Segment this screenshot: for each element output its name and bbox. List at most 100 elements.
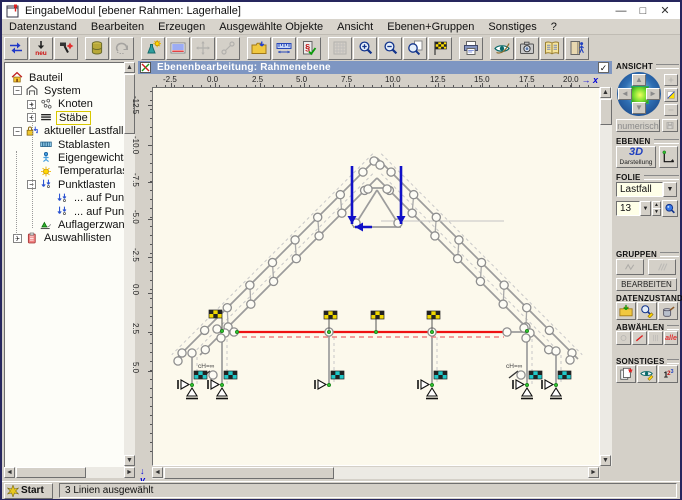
- view-up-button[interactable]: ▲: [632, 74, 646, 86]
- node-circle[interactable]: [223, 304, 231, 312]
- node-circle[interactable]: [517, 371, 525, 379]
- point-load-arrow[interactable]: [348, 166, 357, 224]
- drawing-area[interactable]: cH=∞cH=∞: [152, 87, 600, 466]
- view-rotate-pad[interactable]: ▲ ▼◄ ►: [617, 72, 661, 116]
- view-right-button[interactable]: ►: [646, 88, 660, 100]
- minimize-button[interactable]: —: [610, 3, 632, 18]
- tree-item-bauteil[interactable]: Bauteil: [10, 71, 65, 84]
- view-left-button[interactable]: ◄: [618, 88, 632, 100]
- tree-item-auflagerzwangs[interactable]: Auflagerzwangs: [27, 218, 125, 231]
- node-circle[interactable]: [174, 357, 182, 365]
- tree-vertical-scrollbar[interactable]: ▲ ▼: [124, 62, 135, 466]
- plane-axis-button[interactable]: [659, 146, 678, 168]
- node-circle[interactable]: [431, 232, 439, 240]
- tree-item-temperaturlaste[interactable]: Temperaturlaste: [27, 165, 125, 178]
- bearbeiten-button[interactable]: BEARBEITEN: [616, 278, 677, 291]
- tree-item--auf-punkt[interactable]: ... auf Punkt: [43, 192, 125, 205]
- node-circle[interactable]: [552, 347, 560, 355]
- werkzeug-hammer-button[interactable]: [54, 37, 78, 60]
- support-symbol[interactable]: [418, 380, 438, 399]
- load-state-button[interactable]: [616, 302, 636, 320]
- layer-number-select[interactable]: 13: [616, 201, 640, 216]
- canvas-horizontal-scrollbar[interactable]: ◄ ►: [152, 467, 600, 479]
- menu-item--[interactable]: ?: [544, 21, 564, 33]
- node-circle[interactable]: [201, 346, 209, 354]
- bemassung-button[interactable]: [272, 37, 296, 60]
- support-flag-cyan[interactable]: [331, 371, 344, 379]
- flagge-button[interactable]: [428, 37, 452, 60]
- tree-item-system[interactable]: −System: [13, 84, 83, 97]
- node-circle[interactable]: [383, 185, 391, 193]
- numbering-button[interactable]: 123: [658, 365, 678, 383]
- node-circle[interactable]: [408, 209, 416, 217]
- truss-drawing[interactable]: cH=∞cH=∞: [153, 88, 599, 465]
- tree-horizontal-scrollbar[interactable]: ◄ ►: [4, 467, 135, 478]
- deselect-lines-button[interactable]: [632, 331, 647, 345]
- support-flag-cyan[interactable]: [224, 371, 237, 379]
- selection-flag-yellow[interactable]: [371, 311, 384, 332]
- support-symbol[interactable]: [315, 380, 326, 389]
- layer-type-select[interactable]: Lastfall: [616, 182, 663, 197]
- node-circle[interactable]: [291, 236, 299, 244]
- pruefbuch-button[interactable]: §: [297, 37, 321, 60]
- support-symbol[interactable]: [208, 380, 228, 399]
- zoom-seite-button[interactable]: [403, 37, 427, 60]
- handbuch-button[interactable]: [540, 37, 564, 60]
- node-circle[interactable]: [338, 209, 346, 217]
- tree-expander[interactable]: +: [13, 234, 22, 243]
- layer-search-button[interactable]: [662, 200, 678, 217]
- point-load-arrow[interactable]: [397, 166, 406, 224]
- lampe-button[interactable]: [141, 37, 165, 60]
- drucken-button[interactable]: [459, 37, 483, 60]
- support-symbol[interactable]: [513, 380, 533, 399]
- menu-item-erzeugen[interactable]: Erzeugen: [151, 21, 212, 33]
- tree-item-stäbe[interactable]: +Stäbe: [27, 111, 91, 124]
- node-circle[interactable]: [217, 334, 225, 342]
- ansicht-auge-button[interactable]: [490, 37, 514, 60]
- plane-visible-checkbox[interactable]: ✓: [598, 62, 609, 73]
- node-circle[interactable]: [500, 281, 508, 289]
- node-circle[interactable]: [523, 304, 531, 312]
- menu-item-bearbeiten[interactable]: Bearbeiten: [84, 21, 151, 33]
- start-button[interactable]: Start: [4, 483, 53, 499]
- support-flag-cyan[interactable]: [434, 371, 447, 379]
- tree-item-auswahllisten[interactable]: +Auswahllisten: [13, 232, 113, 245]
- node-circle[interactable]: [246, 281, 254, 289]
- neu-button[interactable]: neu: [29, 37, 53, 60]
- node-circle[interactable]: [566, 356, 574, 364]
- tree-item-punktlasten[interactable]: −Punktlasten: [27, 178, 117, 191]
- node-circle[interactable]: [209, 371, 217, 379]
- support-flag-cyan[interactable]: [529, 371, 542, 379]
- layer-number-dropdown-button[interactable]: ▼: [640, 201, 651, 216]
- model-tree[interactable]: Bauteil−System+Knoten+Stäbe−aktueller La…: [4, 62, 125, 468]
- tree-item-knoten[interactable]: +Knoten: [27, 98, 95, 111]
- node-circle[interactable]: [178, 349, 186, 357]
- folie-ordner-button[interactable]: [247, 37, 271, 60]
- node-circle[interactable]: [522, 334, 530, 342]
- node-circle[interactable]: [336, 191, 344, 199]
- view-down-button[interactable]: ▼: [632, 102, 646, 114]
- node-circle[interactable]: [201, 326, 209, 334]
- 3d-darstellung-button[interactable]: 3DDarstellung: [616, 146, 656, 168]
- datenzustand-wechseln-button[interactable]: [4, 37, 28, 60]
- node-circle[interactable]: [292, 255, 300, 263]
- tree-expander[interactable]: −: [13, 86, 22, 95]
- node-circle[interactable]: [247, 300, 255, 308]
- menu-item-ebenen-gruppen[interactable]: Ebenen+Gruppen: [380, 21, 481, 33]
- canvas-vertical-scrollbar[interactable]: ▲ ▼: [600, 87, 612, 466]
- inspect-state-button[interactable]: [637, 302, 657, 320]
- node-circle[interactable]: [410, 191, 418, 199]
- node-circle[interactable]: [387, 168, 395, 176]
- support-symbol[interactable]: [178, 380, 198, 399]
- clear-state-button[interactable]: [658, 302, 678, 320]
- zoom-in-button[interactable]: [353, 37, 377, 60]
- tree-expander[interactable]: −: [13, 127, 22, 136]
- close-button[interactable]: ✕: [654, 3, 676, 18]
- kamera-button[interactable]: [515, 37, 539, 60]
- node-circle[interactable]: [269, 277, 277, 285]
- support-flag-cyan[interactable]: [194, 371, 207, 379]
- beenden-button[interactable]: [565, 37, 589, 60]
- contrast-button[interactable]: [664, 88, 678, 102]
- datenbank-button[interactable]: [85, 37, 109, 60]
- deselect-all-button[interactable]: alle: [664, 331, 678, 345]
